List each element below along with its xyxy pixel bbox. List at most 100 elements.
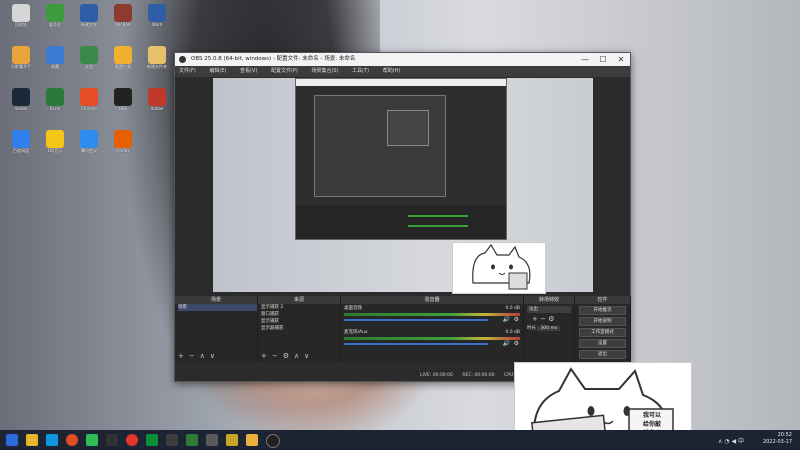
desktop-icon[interactable]: 回收站 (4, 4, 38, 44)
volume-icon[interactable]: ◀ (731, 438, 736, 445)
start-button[interactable] (6, 434, 18, 446)
obs-menubar: 文件(F) 编辑(E) 查看(V) 配置文件(P) 场景集合(S) 工具(T) … (175, 66, 630, 77)
menu-tools[interactable]: 工具(T) (352, 68, 369, 74)
desktop-icon[interactable]: Adobe (140, 88, 174, 128)
taskbar-app-icon[interactable] (206, 434, 218, 446)
menu-edit[interactable]: 编辑(E) (209, 68, 226, 74)
source-item[interactable]: 显示捕获 2 (261, 304, 340, 311)
app-icon (114, 88, 132, 106)
source-item[interactable]: 显示捕获 (261, 318, 340, 325)
gear-icon[interactable]: ⚙ (514, 340, 519, 347)
desktop-icon[interactable]: 光影魔术手 (4, 46, 38, 86)
desktop-icon[interactable]: 新建文本 (72, 4, 106, 44)
gear-icon[interactable]: ⚙ (548, 315, 554, 323)
move-down-button[interactable]: ∨ (210, 352, 215, 360)
obs-titlebar[interactable]: OBS 25.0.8 (64-bit, windows) - 配置文件: 未命名… (175, 53, 630, 66)
maximize-button[interactable]: ☐ (594, 53, 612, 66)
desktop-icon-label: 新建文本 (81, 22, 97, 27)
add-scene-button[interactable]: + (178, 352, 184, 360)
remove-transition-button[interactable]: − (540, 315, 546, 323)
taskbar-app-icon[interactable] (106, 434, 118, 446)
desktop-icon[interactable]: 百度网盘 (4, 130, 38, 170)
clock[interactable]: 20:52 2022-03-17 (763, 432, 792, 446)
mixer-channel: 桌面音频 0.0 dB 🔊 ⚙ (344, 306, 520, 328)
source-item[interactable]: 窗口捕获 (261, 311, 340, 318)
start-streaming-button[interactable]: 开始推流 (579, 306, 626, 315)
exit-button[interactable]: 退出 (579, 350, 626, 359)
menu-file[interactable]: 文件(F) (179, 68, 196, 74)
desktop-icon[interactable]: 收藏 (38, 46, 72, 86)
folder-icon[interactable] (246, 434, 258, 446)
menu-scene-collection[interactable]: 场景集合(S) (311, 68, 338, 74)
desktop-icon[interactable]: Firefox (106, 130, 140, 170)
app-icon (114, 4, 132, 22)
add-transition-button[interactable]: + (532, 315, 538, 323)
taskbar-app-icon[interactable] (226, 434, 238, 446)
nested-titlebar (296, 79, 506, 86)
controls-title: 控件 (575, 296, 630, 304)
source-item[interactable]: 显示器捕获 (261, 325, 340, 332)
menu-help[interactable]: 帮助(H) (383, 68, 401, 74)
move-down-button[interactable]: ∨ (304, 352, 309, 360)
desktop-icon[interactable]: 腾讯会议 (72, 130, 106, 170)
taskbar-app-icon[interactable] (26, 434, 38, 446)
wechat-icon[interactable] (86, 434, 98, 446)
obs-taskbar-icon[interactable] (266, 434, 280, 448)
desktop-icon-label: 新建文件夹 (147, 64, 167, 69)
taskbar-app-icon[interactable] (166, 434, 178, 446)
desktop-icon[interactable]: Word (140, 4, 174, 44)
desktop-icon[interactable]: Steam (4, 88, 38, 128)
channel-db: 0.0 dB (505, 306, 520, 311)
move-up-button[interactable]: ∧ (200, 352, 205, 360)
add-source-button[interactable]: + (261, 352, 267, 360)
desktop-icon-label: QQ音乐 (47, 148, 63, 153)
studio-mode-button[interactable]: 工作室模式 (579, 328, 626, 337)
cat-sticker-small (452, 242, 546, 294)
live-status: LIVE: 00:00:00 (420, 373, 453, 378)
menu-view[interactable]: 查看(V) (240, 68, 257, 74)
desktop-icon[interactable]: 爱奇艺 (38, 4, 72, 44)
transition-select[interactable]: 淡出 (527, 306, 571, 313)
wifi-icon[interactable]: ◔ (724, 438, 729, 445)
remove-scene-button[interactable]: − (189, 352, 195, 360)
settings-button[interactable]: 设置 (579, 339, 626, 348)
ime-indicator[interactable]: 中 (738, 438, 744, 445)
taskbar-app-icon[interactable] (126, 434, 138, 446)
volume-fader[interactable] (344, 319, 489, 321)
menu-profile[interactable]: 配置文件(P) (271, 68, 298, 74)
minimize-button[interactable]: — (576, 53, 594, 66)
desktop-icon[interactable]: 新建文件夹 (140, 46, 174, 86)
taskbar-app-icon[interactable] (46, 434, 58, 446)
obs-window[interactable]: OBS 25.0.8 (64-bit, windows) - 配置文件: 未命名… (174, 52, 631, 382)
app-icon (46, 88, 64, 106)
desktop-icons: 回收站 爱奇艺 新建文本 WinRAR Word 光影魔术手 收藏 文档 截图工具 新建文件夹 St… (0, 0, 190, 430)
app-icon (12, 4, 30, 22)
desktop-icon[interactable]: 文档 (72, 46, 106, 86)
desktop-icon[interactable]: 截图工具 (106, 46, 140, 86)
desktop-icon[interactable]: Chrome (72, 88, 106, 128)
close-button[interactable]: ✕ (612, 53, 630, 66)
taskbar-app-icon[interactable] (146, 434, 158, 446)
speaker-icon[interactable]: 🔊 (503, 340, 510, 347)
gear-icon[interactable]: ⚙ (283, 352, 289, 360)
desktop-icon-label: 爱奇艺 (49, 22, 61, 27)
desktop-icon[interactable]: QQ音乐 (38, 130, 72, 170)
chevron-up-icon[interactable]: ∧ (718, 438, 722, 445)
desktop-icon[interactable]: WinRAR (106, 4, 140, 44)
gear-icon[interactable]: ⚙ (514, 316, 519, 323)
volume-fader[interactable] (344, 343, 489, 345)
channel-name: 麦克风/Aux (344, 330, 368, 335)
scene-item[interactable]: 场景 (178, 304, 257, 311)
move-up-button[interactable]: ∧ (294, 352, 299, 360)
duration-input[interactable]: 300 ms (537, 326, 561, 331)
remove-source-button[interactable]: − (272, 352, 278, 360)
taskbar-app-icon[interactable] (186, 434, 198, 446)
desktop-icon[interactable]: Excel (38, 88, 72, 128)
start-recording-button[interactable]: 开始录制 (579, 317, 626, 326)
speaker-icon[interactable]: 🔊 (503, 316, 510, 323)
obs-title: OBS 25.0.8 (64-bit, windows) - 配置文件: 未命名… (191, 56, 356, 62)
desktop-icon-label: 腾讯会议 (81, 148, 97, 153)
desktop-icon[interactable]: OBS (106, 88, 140, 128)
chrome-icon[interactable] (66, 434, 78, 446)
volume-meter (344, 313, 520, 316)
